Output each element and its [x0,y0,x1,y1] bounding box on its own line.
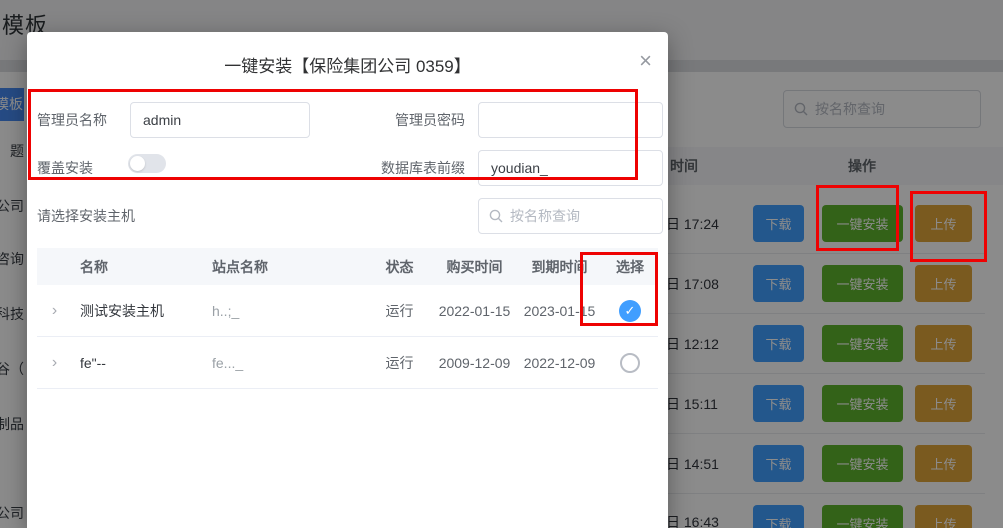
host-row[interactable]: › fe"-- fe..._ 运行 2009-12-09 2022-12-09 [37,337,658,389]
host-expire-date: 2022-12-09 [517,355,602,371]
annotation-box-select-column [580,252,658,326]
host-select-radio-unchecked[interactable] [620,353,640,373]
host-table-header: 名称 站点名称 状态 购买时间 到期时间 选择 [37,248,658,285]
host-table: 名称 站点名称 状态 购买时间 到期时间 选择 › 测试安装主机 h..;_ 运… [37,248,658,389]
host-status: 运行 [367,301,432,321]
host-site: h..;_ [202,303,367,319]
col-header-status: 状态 [367,257,432,277]
dialog-title: 一键安装【保险集团公司 0359】 [27,52,668,77]
host-picker-label: 请选择安装主机 [37,198,135,234]
annotation-box-form [28,89,638,180]
close-icon[interactable]: × [639,50,652,72]
col-header-name: 名称 [72,257,202,277]
host-status: 运行 [367,353,432,373]
search-placeholder: 按名称查询 [510,206,580,226]
col-header-buy: 购买时间 [432,257,517,277]
annotation-box-upload-button [910,191,987,262]
search-icon [489,209,503,223]
chevron-right-icon[interactable]: › [37,354,72,372]
host-site: fe..._ [202,355,367,371]
host-name: 测试安装主机 [72,301,202,321]
host-name: fe"-- [72,355,202,371]
host-buy-date: 2022-01-15 [432,303,517,319]
annotation-box-install-button [816,185,899,251]
host-row[interactable]: › 测试安装主机 h..;_ 运行 2022-01-15 2023-01-15 … [37,285,658,337]
host-search-input[interactable]: 按名称查询 [478,198,663,234]
col-header-site: 站点名称 [202,257,367,277]
host-buy-date: 2009-12-09 [432,355,517,371]
chevron-right-icon[interactable]: › [37,302,72,320]
